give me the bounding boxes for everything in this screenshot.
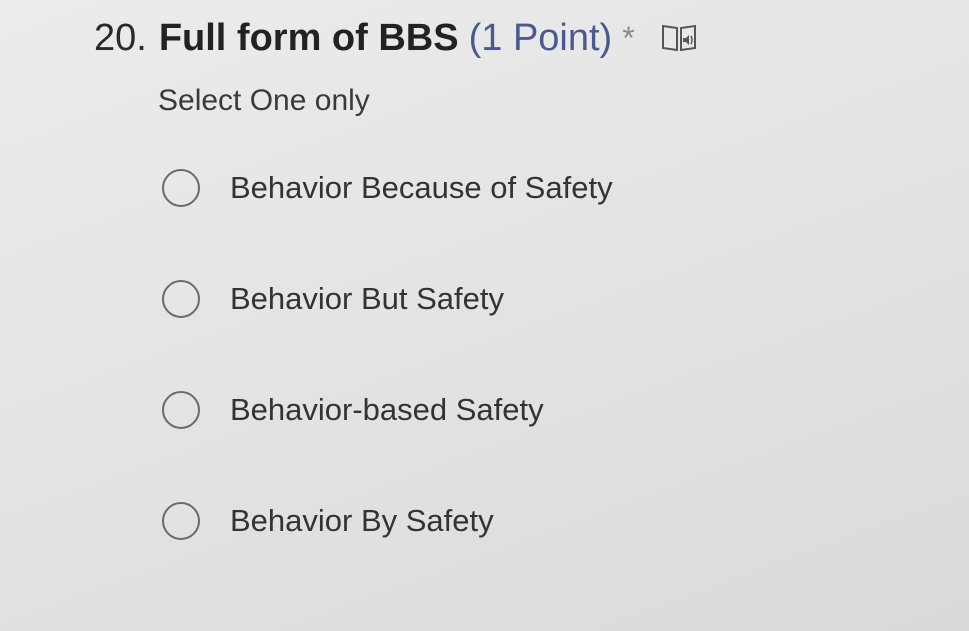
question-header: 20. Full form of BBS (1 Point) *: [94, 14, 954, 62]
immersive-reader-icon[interactable]: [657, 19, 701, 57]
option-3[interactable]: Behavior-based Safety: [162, 384, 954, 436]
option-label: Behavior Because of Safety: [230, 170, 613, 205]
question-title: Full form of BBS: [158, 17, 459, 59]
question-points: (1 Point): [468, 17, 613, 59]
radio-button[interactable]: [162, 391, 200, 429]
option-label: Behavior But Safety: [230, 281, 504, 316]
question-number: 20.: [94, 17, 147, 59]
option-1[interactable]: Behavior Because of Safety: [162, 162, 954, 214]
question-card: 20. Full form of BBS (1 Point) * Select …: [94, 14, 954, 606]
option-4[interactable]: Behavior By Safety: [162, 495, 954, 547]
options-list: Behavior Because of Safety Behavior But …: [162, 162, 954, 547]
option-2[interactable]: Behavior But Safety: [162, 273, 954, 325]
option-label: Behavior By Safety: [230, 503, 494, 538]
question-subtitle: Select One only: [158, 84, 370, 117]
required-marker: *: [622, 20, 635, 56]
option-label: Behavior-based Safety: [230, 392, 544, 427]
radio-button[interactable]: [162, 169, 200, 207]
radio-button[interactable]: [162, 502, 200, 540]
radio-button[interactable]: [162, 280, 200, 318]
